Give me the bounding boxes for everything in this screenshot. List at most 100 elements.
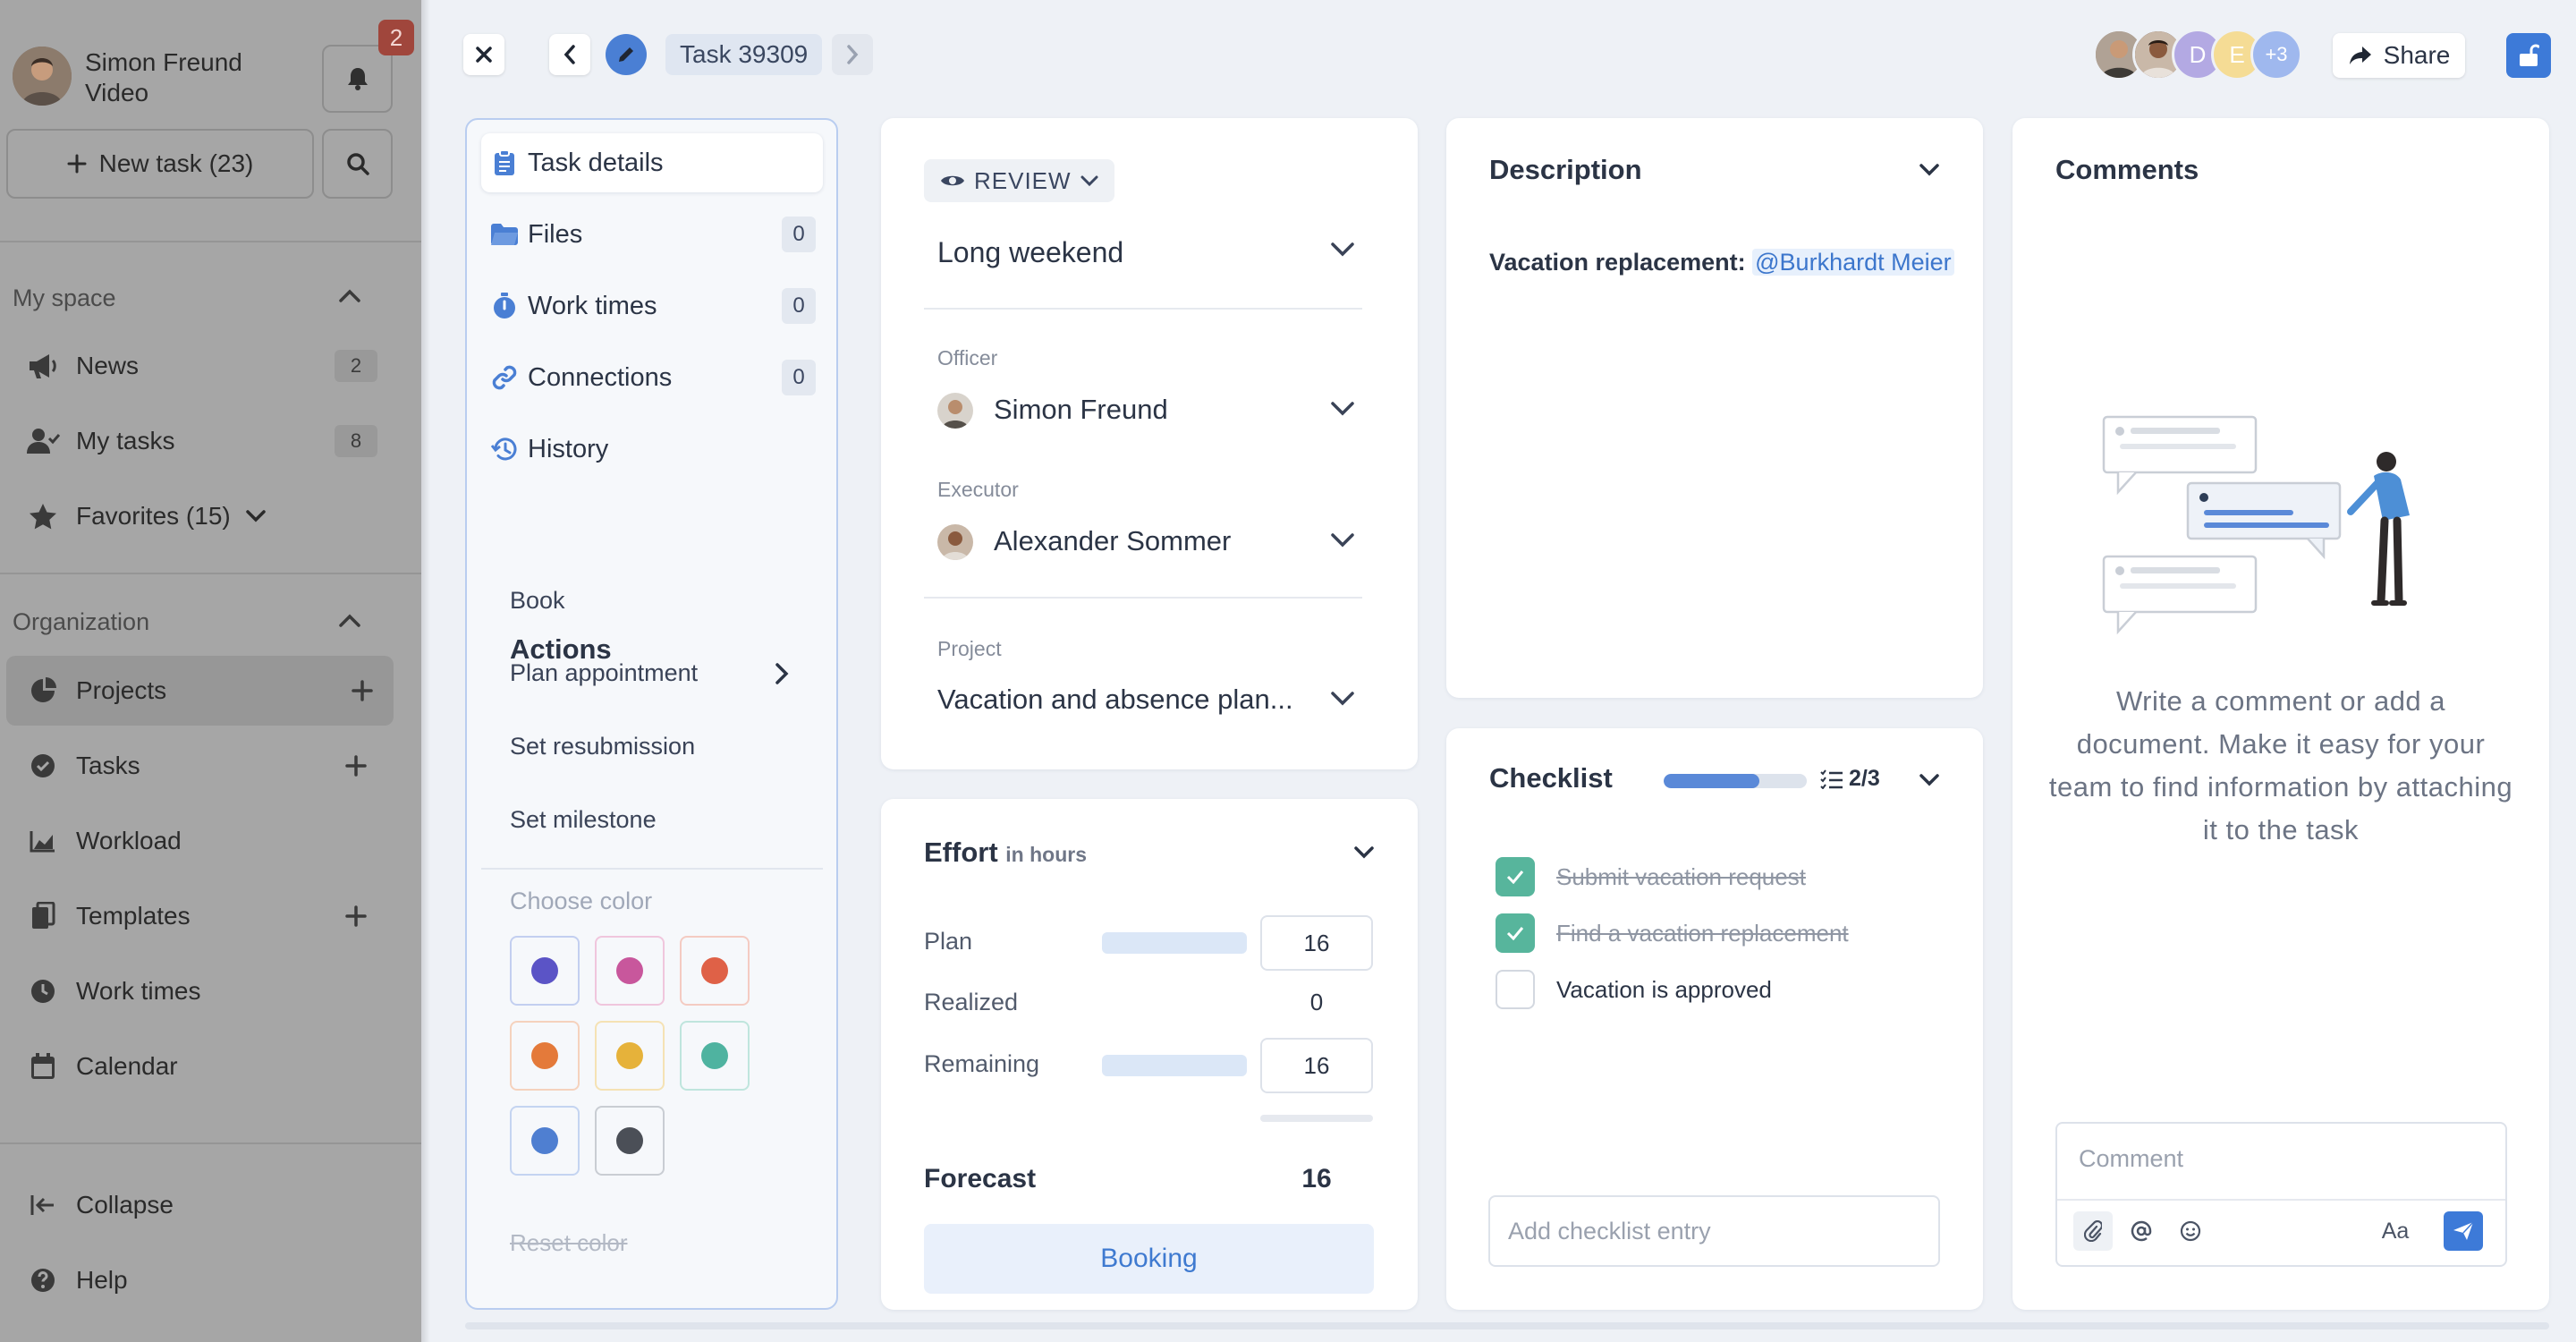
sidebar-item-templates[interactable]: Templates — [0, 881, 394, 951]
color-swatch-blue[interactable] — [510, 1106, 580, 1176]
sidebar-item-calendar[interactable]: Calendar — [0, 1032, 394, 1101]
project-label: Project — [937, 637, 1002, 660]
connections-count-badge: 0 — [782, 360, 816, 395]
checklist-item[interactable]: Vacation is approved — [1496, 970, 1772, 1009]
horizontal-scrollbar[interactable] — [465, 1322, 2549, 1329]
sidebar-item-projects[interactable]: Projects — [6, 656, 394, 726]
color-swatch-indigo[interactable] — [510, 936, 580, 1006]
format-button[interactable]: Aa — [2376, 1211, 2415, 1251]
plus-icon[interactable] — [352, 680, 373, 701]
nav-divider — [481, 868, 823, 870]
sidebar-item-workload[interactable]: Workload — [0, 806, 394, 876]
nav-work-times[interactable]: Work times 0 — [481, 276, 823, 336]
chevron-right-icon — [847, 45, 859, 64]
more-avatars[interactable]: +3 — [2250, 29, 2302, 81]
chevron-down-icon[interactable] — [1353, 845, 1375, 860]
next-task-button[interactable] — [832, 34, 873, 75]
help-button[interactable]: Help — [0, 1245, 394, 1315]
add-checklist-input[interactable]: Add checklist entry — [1488, 1195, 1940, 1267]
edit-button[interactable] — [606, 34, 647, 75]
executor-value[interactable]: Alexander Sommer — [994, 525, 1231, 557]
chevron-left-icon — [564, 45, 575, 64]
color-swatch-gray[interactable] — [595, 1106, 665, 1176]
color-swatch-red[interactable] — [680, 936, 750, 1006]
task-title[interactable]: Long weekend — [937, 236, 1123, 269]
sidebar-shadow — [421, 0, 430, 1342]
avatar — [937, 393, 973, 429]
comment-input[interactable]: Comment — [2079, 1145, 2183, 1173]
search-button[interactable] — [322, 129, 393, 199]
nav-label: History — [528, 434, 609, 463]
collapse-icon — [0, 1193, 76, 1217]
sidebar-item-work-times[interactable]: Work times — [0, 956, 394, 1026]
checkbox-unchecked[interactable] — [1496, 970, 1535, 1009]
task-fields-card: REVIEW Long weekend Officer Simon Freund… — [881, 118, 1418, 769]
share-button[interactable]: Share — [2333, 33, 2465, 78]
mention-button[interactable] — [2122, 1211, 2161, 1251]
remaining-input[interactable]: 16 — [1260, 1038, 1373, 1093]
chevron-down-icon[interactable] — [1330, 532, 1355, 548]
action-book[interactable]: Book — [510, 587, 565, 615]
mention-link[interactable]: @Burkhardt Meier — [1752, 249, 1954, 276]
color-swatch-yellow[interactable] — [595, 1021, 665, 1091]
reset-color-button[interactable]: Reset color — [510, 1229, 628, 1257]
sidebar-item-news[interactable]: News 2 — [0, 331, 394, 401]
choose-color-label: Choose color — [510, 888, 653, 914]
lock-button[interactable] — [2506, 33, 2551, 78]
checklist-item[interactable]: Submit vacation request — [1496, 857, 1806, 896]
forecast-value: 16 — [1301, 1164, 1332, 1193]
plus-icon[interactable] — [345, 905, 367, 927]
officer-value[interactable]: Simon Freund — [994, 394, 1168, 426]
action-set-resubmission[interactable]: Set resubmission — [510, 733, 695, 760]
participant-avatars[interactable]: D E +3 — [2093, 29, 2302, 81]
effort-title: Effort — [924, 837, 998, 868]
plus-icon — [67, 154, 87, 174]
plan-input[interactable]: 16 — [1260, 915, 1373, 971]
comment-editor[interactable]: Comment Aa — [2055, 1122, 2507, 1267]
checkbox-checked[interactable] — [1496, 913, 1535, 953]
nav-history[interactable]: History — [481, 420, 823, 479]
sidebar-item-label: Workload — [76, 827, 182, 854]
sidebar-divider — [0, 573, 421, 574]
close-button[interactable] — [463, 34, 504, 75]
chevron-down-icon[interactable] — [1330, 691, 1355, 707]
chevron-down-icon[interactable] — [1330, 242, 1355, 258]
nav-task-details[interactable]: Task details — [481, 133, 823, 192]
sidebar-item-favorites[interactable]: Favorites (15) — [0, 481, 394, 551]
color-swatch-pink[interactable] — [595, 936, 665, 1006]
description-heading: Description — [1489, 154, 1642, 185]
chevron-up-icon[interactable] — [338, 613, 361, 629]
description-body[interactable]: Vacation replacement: @Burkhardt Meier — [1489, 243, 1954, 281]
send-button[interactable] — [2444, 1211, 2483, 1251]
attach-button[interactable] — [2073, 1211, 2113, 1251]
checklist-item[interactable]: Find a vacation replacement — [1496, 913, 1849, 953]
nav-connections[interactable]: Connections 0 — [481, 348, 823, 407]
booking-button[interactable]: Booking — [924, 1224, 1374, 1294]
chevron-right-icon[interactable] — [775, 662, 789, 685]
action-plan-appointment[interactable]: Plan appointment — [510, 659, 698, 687]
chevron-down-icon[interactable] — [1919, 773, 1940, 787]
new-task-button[interactable]: New task (23) — [6, 129, 314, 199]
previous-task-button[interactable] — [549, 34, 590, 75]
sidebar-item-label: Projects — [76, 676, 167, 704]
nav-files[interactable]: Files 0 — [481, 205, 823, 264]
sidebar-item-tasks[interactable]: Tasks — [0, 731, 394, 801]
color-swatch-teal[interactable] — [680, 1021, 750, 1091]
chevron-down-icon[interactable] — [1330, 401, 1355, 417]
plus-icon[interactable] — [345, 755, 367, 777]
chevron-up-icon[interactable] — [338, 288, 361, 304]
user-avatar[interactable] — [13, 47, 72, 106]
chevron-down-icon[interactable] — [245, 509, 267, 523]
chevron-down-icon[interactable] — [1919, 163, 1940, 177]
collapse-button[interactable]: Collapse — [0, 1170, 394, 1240]
task-id-tag: Task 39309 — [665, 34, 823, 75]
action-set-milestone[interactable]: Set milestone — [510, 806, 657, 834]
checkbox-checked[interactable] — [1496, 857, 1535, 896]
color-swatch-orange[interactable] — [510, 1021, 580, 1091]
status-dropdown[interactable]: REVIEW — [924, 159, 1114, 202]
comments-heading: Comments — [2055, 154, 2199, 185]
smiley-icon — [2180, 1220, 2201, 1242]
project-value[interactable]: Vacation and absence plan... — [937, 684, 1293, 716]
sidebar-item-my-tasks[interactable]: My tasks 8 — [0, 406, 394, 476]
emoji-button[interactable] — [2171, 1211, 2210, 1251]
